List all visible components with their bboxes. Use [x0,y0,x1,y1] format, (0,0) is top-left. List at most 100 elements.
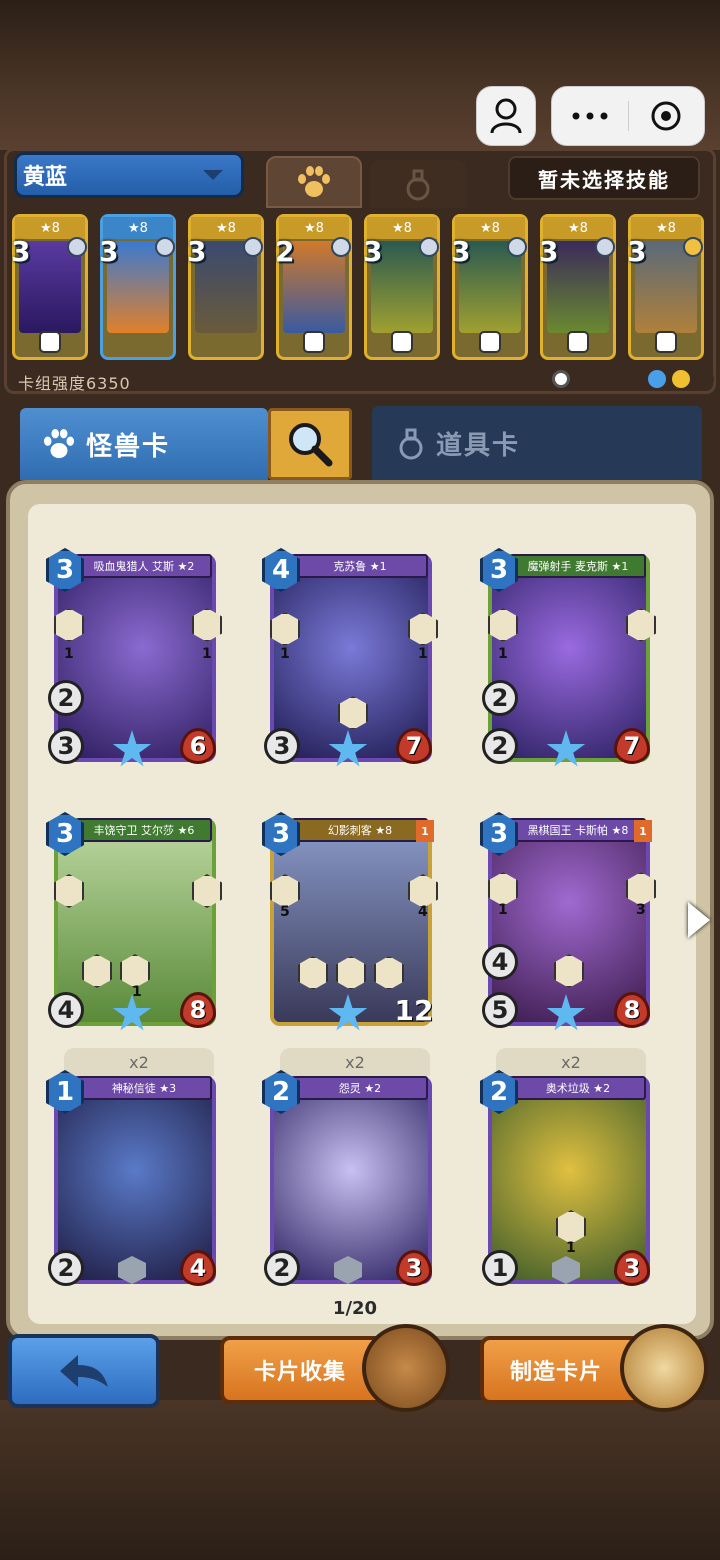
card-attack: 1 [482,1250,518,1286]
card-art [274,822,428,1022]
rarity-gem-icon [683,237,703,257]
tab-monster-label: 怪兽卡 [86,431,171,462]
rarity-gem-icon [155,237,175,257]
rarity-gem-icon [67,237,87,257]
deck-card[interactable]: ★8 3 [99,214,176,360]
card-name: 怨灵 ★2 [292,1076,428,1100]
chevron-down-icon [203,170,223,180]
lightning-stat-icon [672,370,690,388]
ability-value: 1 [498,902,508,918]
bottom-background [0,1400,720,1560]
card-health: 7 [396,728,432,764]
skill-select-button[interactable]: 暂未选择技能 [508,156,700,200]
card-collection-icon[interactable] [362,1324,450,1412]
deck-power: 卡组强度6350 [18,374,131,393]
card-attack: 5 [482,992,518,1028]
deck-card-cost: 3 [451,235,471,268]
page-indicator: 1/20 [332,1298,378,1319]
miniprogram-capsule [551,86,705,146]
monster-card[interactable]: 幻影刺客 ★8 1 3 5 4 12 [262,812,438,1034]
tab-item-label: 道具卡 [436,430,521,461]
card-name: 丰饶守卫 艾尔莎 ★6 [76,818,212,842]
rarity-gem-icon [331,237,351,257]
card-health: 6 [180,728,216,764]
card-name: 黑棋国王 卡斯帕 ★8 [510,818,646,842]
card-name: 吸血鬼猎人 艾斯 ★2 [76,554,212,578]
card-name: 奥术垃圾 ★2 [510,1076,646,1100]
search-icon [289,423,333,467]
dice-icon [655,331,677,353]
monster-card[interactable]: 奥术垃圾 ★2 2 1 1 3 [480,1070,652,1292]
rarity-gem-icon [419,237,439,257]
craft-card-icon[interactable] [620,1324,708,1412]
deck-stat-icons [552,370,714,388]
monster-card[interactable]: 怨灵 ★2 2 2 3 [262,1070,434,1292]
paw-icon [43,428,75,459]
deck-card-cost: 2 [275,235,295,268]
ability-value: 5 [280,904,290,920]
card-attack: 3 [264,728,300,764]
card-attack: 2 [48,1250,84,1286]
deck-card[interactable]: ★8 3 [451,214,528,360]
tab-monster-deck[interactable] [266,156,362,208]
card-attack: 4 [48,992,84,1028]
deck-card[interactable]: ★8 3 [363,214,440,360]
card-health: 3 [396,1250,432,1286]
card-art [58,1080,212,1280]
ability-value: 1 [132,984,142,1000]
target-icon [651,101,681,131]
more-button[interactable] [552,87,628,145]
water-stat-icon [648,370,666,388]
deck-card-cost: 3 [363,235,383,268]
deck-card[interactable]: ★8 3 [627,214,704,360]
potion-icon [406,169,430,201]
card-attack: 3 [48,728,84,764]
deck-card[interactable]: ★8 3 [187,214,264,360]
card-tag: 1 [416,820,434,842]
back-button[interactable] [8,1334,160,1408]
next-page-arrow-icon[interactable] [688,902,710,938]
tab-item-cards[interactable]: 道具卡 [372,406,702,480]
dice-icon [567,331,589,353]
deck-card-row: ★8 3 ★8 3 ★8 3 ★8 2 ★8 3 ★8 3 ★8 3 ★8 3 [11,214,708,362]
monster-card[interactable]: 吸血鬼猎人 艾斯 ★2 3 1 1 2 3 6 [46,548,222,770]
tab-monster-cards[interactable]: 怪兽卡 [20,408,268,480]
ability-value: 3 [636,902,646,918]
rarity-gem-icon [507,237,527,257]
card-speed: 2 [482,680,518,716]
close-miniprogram-button[interactable] [629,87,705,145]
deck-card-cost: 3 [627,235,647,268]
deck-name: 黄蓝 [23,165,68,190]
potion-icon [399,428,423,460]
ability-value: 1 [280,646,290,662]
more-icon [572,112,608,120]
monster-card[interactable]: 丰饶守卫 艾尔莎 ★6 3 1 4 8 [46,812,222,1034]
monster-card[interactable]: 神秘信徒 ★3 1 2 4 [46,1070,218,1292]
deck-card[interactable]: ★8 3 [539,214,616,360]
deck-card[interactable]: ★8 3 [11,214,88,360]
deck-card[interactable]: ★8 2 [275,214,352,360]
card-tag: 1 [634,820,652,842]
profile-button[interactable] [476,86,536,146]
dice-icon [479,331,501,353]
card-attack: 2 [264,1250,300,1286]
card-name: 克苏鲁 ★1 [292,554,428,578]
user-icon [490,98,522,134]
card-art [58,558,212,758]
monster-card[interactable]: 克苏鲁 ★1 4 1 1 3 7 [262,548,438,770]
ability-value: 1 [498,646,508,662]
deck-selector[interactable]: 黄蓝 [14,152,244,679]
monster-card[interactable]: 魔弹射手 麦克斯 ★1 3 1 2 2 7 [480,548,656,770]
tab-item-deck[interactable] [370,160,466,208]
card-art [492,822,646,1022]
card-health: 8 [614,992,650,1028]
monster-card[interactable]: 黑棋国王 卡斯帕 ★8 1 3 1 3 4 5 8 [480,812,656,1034]
card-speed: 2 [48,680,84,716]
dice-icon [391,331,413,353]
card-speed: 4 [482,944,518,980]
search-button[interactable] [268,408,352,480]
target-stat-icon [552,370,570,388]
card-art [274,1080,428,1280]
back-arrow-icon [60,1355,108,1387]
card-attack: 2 [482,728,518,764]
